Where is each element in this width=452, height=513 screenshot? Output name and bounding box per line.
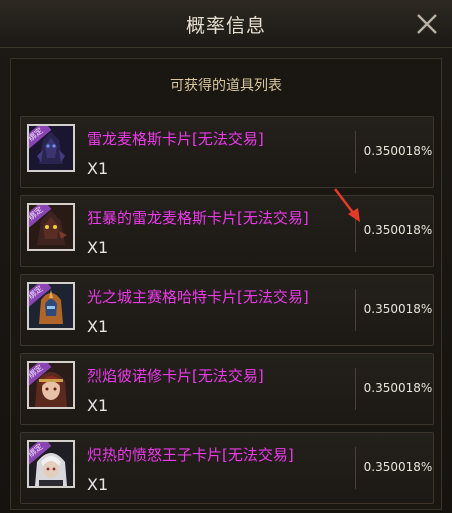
dark-dragon-card-icon: 绑定: [27, 124, 75, 172]
probability-info-window: 概率信息 可获得的道具列表 绑定 雷龙麦格斯卡片[无法交易] X1 0.3500…: [0, 0, 452, 513]
divider: [355, 289, 356, 331]
list-item[interactable]: 绑定 雷龙麦格斯卡片[无法交易] X1 0.350018%: [20, 116, 434, 188]
list-item[interactable]: 绑定 光之城主赛格哈特卡片[无法交易] X1 0.350018%: [20, 274, 434, 346]
divider: [355, 447, 356, 489]
item-quantity: X1: [87, 396, 109, 415]
close-button[interactable]: [413, 10, 441, 38]
item-probability: 0.350018%: [363, 381, 433, 395]
item-quantity: X1: [87, 475, 109, 494]
item-probability: 0.350018%: [363, 144, 433, 158]
title-bar: 概率信息: [0, 0, 452, 48]
flame-girl-card-icon: 绑定: [27, 361, 75, 409]
item-quantity: X1: [87, 159, 109, 178]
knight-helmet-card-icon: 绑定: [27, 282, 75, 330]
item-name: 雷龙麦格斯卡片[无法交易]: [87, 130, 264, 148]
item-list-panel: 可获得的道具列表 绑定 雷龙麦格斯卡片[无法交易] X1 0.350018% 绑…: [10, 58, 442, 510]
list-item[interactable]: 绑定 狂暴的雷龙麦格斯卡片[无法交易] X1 0.350018%: [20, 195, 434, 267]
item-quantity: X1: [87, 317, 109, 336]
close-icon: [417, 14, 437, 34]
item-name: 狂暴的雷龙麦格斯卡片[无法交易]: [87, 209, 309, 227]
item-quantity: X1: [87, 238, 109, 257]
divider: [355, 131, 356, 173]
divider: [355, 368, 356, 410]
window-title: 概率信息: [185, 15, 266, 37]
item-name: 烈焰彼诺修卡片[无法交易]: [87, 367, 264, 385]
annotation-arrow-icon: [334, 188, 360, 222]
list-item[interactable]: 绑定 烈焰彼诺修卡片[无法交易] X1 0.350018%: [20, 353, 434, 425]
item-probability: 0.350018%: [363, 460, 433, 474]
list-subtitle: 可获得的道具列表: [170, 78, 282, 94]
item-name: 炽热的愤怒王子卡片[无法交易]: [87, 446, 294, 464]
list-item[interactable]: 绑定 炽热的愤怒王子卡片[无法交易] X1 0.350018%: [20, 432, 434, 504]
item-probability: 0.350018%: [363, 223, 433, 237]
berserk-dragon-card-icon: 绑定: [27, 203, 75, 251]
white-hair-prince-card-icon: 绑定: [27, 440, 75, 488]
item-probability: 0.350018%: [363, 302, 433, 316]
item-name: 光之城主赛格哈特卡片[无法交易]: [87, 288, 309, 306]
